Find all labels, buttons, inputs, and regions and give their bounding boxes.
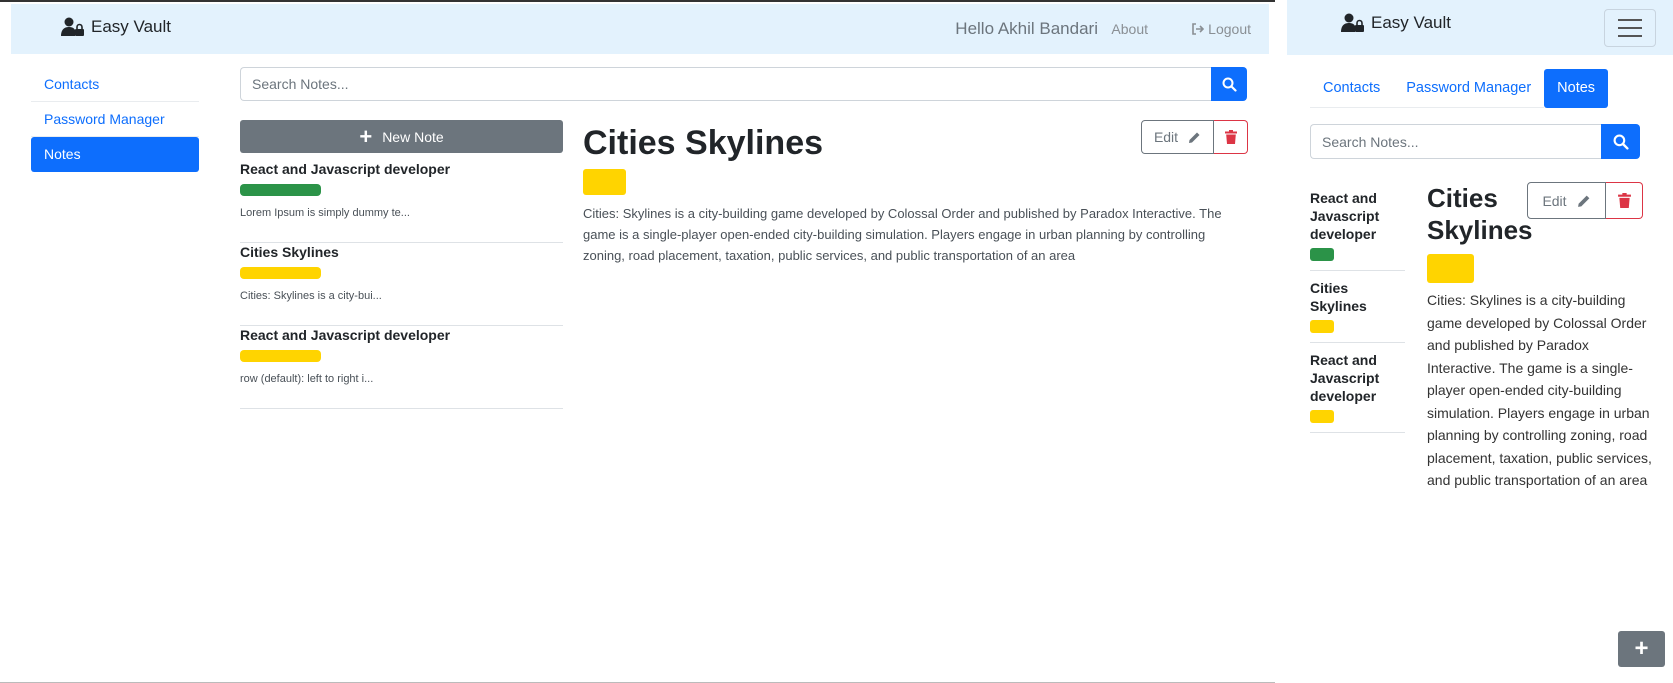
plus-icon: + — [359, 123, 373, 149]
brand-name: Easy Vault — [91, 17, 172, 36]
mobile-tabs: Contacts Password Manager Notes — [1310, 69, 1609, 108]
note-title: React and Javascript developer — [240, 327, 451, 343]
mobile-navbar: Easy Vault — [1287, 0, 1673, 55]
delete-button[interactable] — [1214, 120, 1248, 154]
search-input[interactable] — [1310, 124, 1601, 159]
pencil-icon — [1577, 195, 1589, 207]
note-color-tag — [1310, 248, 1334, 261]
edit-button[interactable]: Edit — [1527, 182, 1606, 219]
note-title: Cities Skylines — [240, 244, 339, 260]
edit-button[interactable]: Edit — [1141, 120, 1214, 154]
sidebar: Contacts Password Manager Notes — [31, 67, 199, 172]
sidebar-item-contacts[interactable]: Contacts — [31, 67, 199, 102]
note-color-tag — [1310, 320, 1334, 333]
mobile-search-bar — [1310, 124, 1640, 159]
note-color-tag — [240, 267, 321, 279]
trash-icon — [1224, 130, 1237, 144]
note-title: Cities Skylines — [1310, 280, 1367, 314]
new-note-button[interactable]: + New Note — [240, 120, 563, 153]
note-snippet: Lorem Ipsum is simply dummy te... — [240, 207, 410, 219]
note-snippet: row (default): left to right i... — [240, 373, 374, 385]
search-button[interactable] — [1211, 67, 1247, 101]
edit-label: Edit — [1153, 129, 1179, 145]
user-lock-icon — [61, 17, 84, 36]
search-bar — [240, 67, 1247, 101]
hamburger-menu-button[interactable] — [1604, 9, 1656, 47]
hamburger-line — [1618, 19, 1642, 21]
mobile-note-actions: Edit — [1527, 182, 1643, 219]
note-item[interactable]: React and Javascript developer row (defa… — [240, 326, 563, 409]
note-item[interactable]: React and Javascript developer Lorem Ips… — [240, 160, 563, 243]
search-input[interactable] — [240, 67, 1211, 101]
navbar: Easy Vault Hello Akhil Bandari About Log… — [11, 4, 1269, 54]
note-title: React and Javascript developer — [1310, 190, 1380, 242]
mobile-note-detail: Cities Skylines Cities: Skylines is a ci… — [1427, 182, 1652, 492]
new-note-label: New Note — [382, 128, 444, 145]
delete-button[interactable] — [1606, 182, 1643, 219]
edit-label: Edit — [1542, 192, 1567, 209]
note-detail-title: Cities Skylines — [1427, 183, 1533, 245]
note-detail-color-tag — [583, 169, 626, 195]
tab-password-manager[interactable]: Password Manager — [1393, 69, 1545, 108]
greeting: Hello Akhil Bandari — [955, 19, 1098, 38]
note-item[interactable]: React and Javascript developer — [1310, 351, 1405, 433]
mobile-notes-list: React and Javascript developer Cities Sk… — [1310, 189, 1405, 441]
add-note-fab[interactable]: + — [1618, 631, 1665, 667]
tab-contacts[interactable]: Contacts — [1310, 69, 1394, 108]
note-detail-body: Cities: Skylines is a city-building game… — [1427, 292, 1652, 488]
search-icon — [1613, 134, 1629, 150]
logout-icon — [1192, 23, 1205, 35]
brand[interactable]: Easy Vault — [61, 17, 171, 37]
sidebar-item-notes[interactable]: Notes — [31, 137, 199, 172]
note-title: React and Javascript developer — [1310, 352, 1380, 404]
user-lock-icon — [1341, 13, 1364, 32]
pencil-icon — [1189, 132, 1200, 143]
note-title: React and Javascript developer — [240, 161, 451, 177]
search-icon — [1222, 77, 1237, 92]
note-item[interactable]: React and Javascript developer — [1310, 189, 1405, 271]
desktop-view: Easy Vault Hello Akhil Bandari About Log… — [0, 0, 1275, 683]
sidebar-item-password-manager[interactable]: Password Manager — [31, 102, 199, 137]
note-item[interactable]: Cities Skylines — [1310, 279, 1405, 343]
note-actions: Edit — [1141, 120, 1248, 154]
hamburger-line — [1618, 27, 1642, 29]
tab-notes[interactable]: Notes — [1544, 69, 1609, 108]
trash-icon — [1617, 193, 1631, 208]
note-color-tag — [240, 350, 321, 362]
about-link[interactable]: About — [1111, 21, 1148, 37]
note-detail-color-tag — [1427, 254, 1474, 283]
brand-name: Easy Vault — [1371, 13, 1452, 32]
logout-link[interactable]: Logout — [1191, 21, 1251, 37]
note-color-tag — [240, 184, 321, 196]
note-snippet: Cities: Skylines is a city-bui... — [240, 290, 382, 302]
logout-label: Logout — [1208, 21, 1251, 37]
note-detail-body: Cities: Skylines is a city-building game… — [583, 206, 1222, 263]
notes-list: React and Javascript developer Lorem Ips… — [240, 160, 563, 409]
mobile-view: Easy Vault Contacts Password Manager Not… — [1275, 0, 1673, 683]
brand[interactable]: Easy Vault — [1341, 13, 1451, 33]
search-button[interactable] — [1601, 124, 1640, 159]
note-item[interactable]: Cities Skylines Cities: Skylines is a ci… — [240, 243, 563, 326]
note-color-tag — [1310, 410, 1334, 423]
hamburger-line — [1618, 35, 1642, 37]
